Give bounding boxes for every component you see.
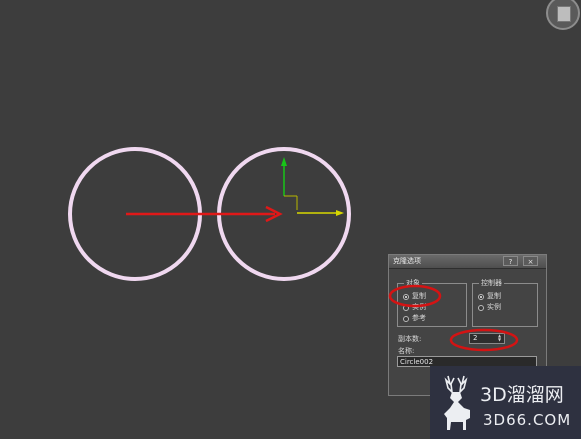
radio-icon[interactable] <box>403 315 409 322</box>
watermark-sub-text: 3D66.COM <box>483 411 572 429</box>
spinner-arrows-icon[interactable]: ▲ ▼ <box>496 334 503 343</box>
help-button[interactable]: ? <box>503 256 518 266</box>
controller-radio-instance-label: 实例 <box>487 303 501 311</box>
object-radio-reference[interactable]: 参考 <box>403 314 426 323</box>
controller-radio-instance[interactable]: 实例 <box>478 303 501 312</box>
object-radio-copy-label: 复制 <box>412 292 426 300</box>
transform-gizmo-icon[interactable] <box>281 157 344 216</box>
name-label: 名称: <box>398 347 415 355</box>
deer-logo-icon <box>444 375 470 430</box>
radio-selected-icon[interactable] <box>478 293 484 300</box>
object-group: 对象 复制 实例 参考 <box>397 278 467 327</box>
radio-selected-icon[interactable] <box>403 293 409 300</box>
viewcube-face[interactable] <box>557 6 571 22</box>
dialog-titlebar[interactable]: 克隆选项 ? × <box>389 255 546 269</box>
controller-radio-copy-label: 复制 <box>487 292 501 300</box>
copies-spinner[interactable]: 2 ▲ ▼ <box>469 333 505 344</box>
copies-label: 副本数: <box>398 335 422 343</box>
object-radio-reference-label: 参考 <box>412 314 426 322</box>
object-group-title: 对象 <box>404 278 422 288</box>
object-radio-instance[interactable]: 实例 <box>403 303 426 312</box>
controller-group: 控制器 复制 实例 <box>472 278 538 327</box>
object-radio-copy[interactable]: 复制 <box>403 292 426 301</box>
watermark-main-text: 3D溜溜网 <box>480 384 564 406</box>
watermark: 3D溜溜网 3D66.COM <box>430 366 581 439</box>
copies-value[interactable]: 2 <box>473 334 477 343</box>
controller-radio-copy[interactable]: 复制 <box>478 292 501 301</box>
radio-icon[interactable] <box>478 304 484 311</box>
dialog-title: 克隆选项 <box>393 257 421 265</box>
controller-group-title: 控制器 <box>479 278 504 288</box>
radio-icon[interactable] <box>403 304 409 311</box>
move-arrow <box>126 205 283 223</box>
object-radio-instance-label: 实例 <box>412 303 426 311</box>
close-button[interactable]: × <box>523 256 538 266</box>
